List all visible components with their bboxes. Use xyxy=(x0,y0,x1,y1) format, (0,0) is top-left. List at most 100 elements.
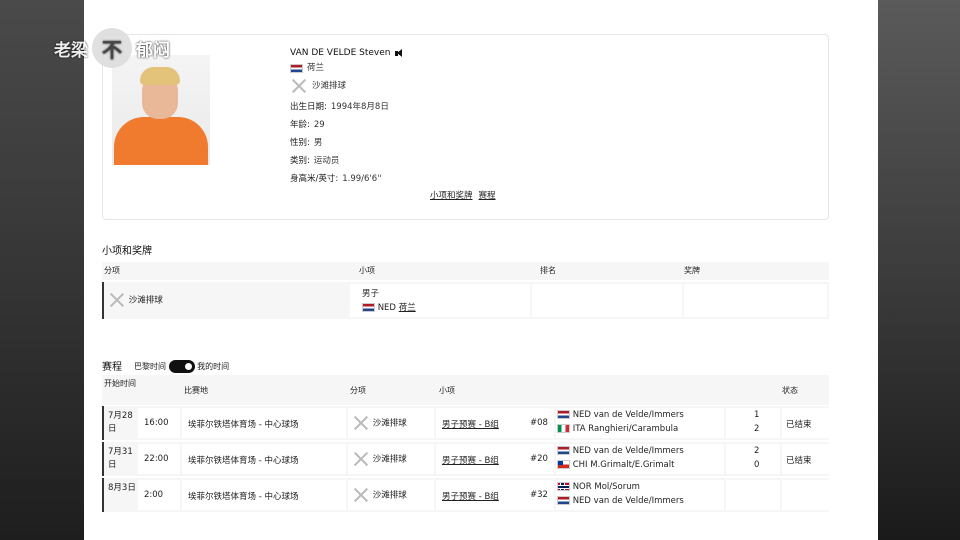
events-header-row xyxy=(102,262,829,280)
schedule-time: 2:00 xyxy=(144,490,164,500)
schedule-time: 16:00 xyxy=(144,418,169,428)
beach-volleyball-icon xyxy=(352,486,370,504)
events-country-link[interactable]: 荷兰 xyxy=(399,303,416,313)
schedule-cell-bg xyxy=(726,408,780,438)
beach-volleyball-icon xyxy=(290,77,308,95)
schedule-discipline: 沙滩排球 xyxy=(372,490,407,501)
score-team1: 2 xyxy=(754,446,760,456)
schedule-event-link[interactable]: 男子预赛 - B组 xyxy=(442,490,499,502)
athlete-page: VAN DE VELDE Steven 荷兰 沙滩排球 出生日期: 1994年8月… xyxy=(84,0,878,540)
team1-name: NED van de Velde/Immers xyxy=(572,446,684,456)
schedule-status: 已结束 xyxy=(786,420,812,430)
age-value: 29 xyxy=(313,120,325,130)
link-schedule[interactable]: 赛程 xyxy=(479,191,496,201)
background-right xyxy=(876,0,960,540)
speaker-icon[interactable] xyxy=(394,48,403,58)
schedule-header-event: 小项 xyxy=(439,386,455,395)
events-event-country: NED 荷兰 xyxy=(362,301,416,313)
age-label: 年龄: xyxy=(290,120,310,130)
category-label: 类别: xyxy=(290,156,310,166)
schedule-match-number: #32 xyxy=(530,490,548,500)
schedule-section-title: 赛程 xyxy=(102,362,122,373)
events-header-medal: 奖牌 xyxy=(684,266,700,275)
schedule-match-number: #20 xyxy=(530,454,548,464)
height-label: 身高米/英寸: xyxy=(290,174,339,184)
events-discipline-cell: 沙滩排球 xyxy=(108,291,163,309)
schedule-time: 22:00 xyxy=(144,454,169,464)
schedule-discipline-cell: 沙滩排球 xyxy=(352,414,407,432)
toggle-paris-time: 巴黎时间 xyxy=(134,362,166,371)
schedule-team2: NED van de Velde/Immers xyxy=(557,496,684,506)
schedule-discipline-cell: 沙滩排球 xyxy=(352,486,407,504)
schedule-date: 8月3日 xyxy=(108,483,136,493)
events-header-event: 小项 xyxy=(359,266,375,275)
schedule-header-status: 状态 xyxy=(782,386,798,395)
events-discipline: 沙滩排球 xyxy=(128,295,163,306)
watermark-left: 老梁 xyxy=(54,40,88,61)
athlete-photo xyxy=(112,55,210,165)
beach-volleyball-icon xyxy=(108,291,126,309)
flag-icon xyxy=(557,446,570,455)
athlete-name: VAN DE VELDE Steven xyxy=(290,48,391,58)
timezone-toggle: 巴黎时间 我的时间 xyxy=(134,360,229,373)
events-header-rank: 排名 xyxy=(540,266,556,275)
events-noc: NED xyxy=(377,303,396,313)
flag-icon xyxy=(557,482,570,491)
schedule-header-row xyxy=(102,375,829,405)
schedule-match-number: #08 xyxy=(530,418,548,428)
team1-name: NOR Mol/Sorum xyxy=(572,482,640,492)
team2-name: ITA Ranghieri/Carambula xyxy=(572,424,679,434)
watermark-right: 郁闷 xyxy=(136,40,170,61)
schedule-status: 已结束 xyxy=(786,456,812,466)
schedule-cell-bg xyxy=(726,480,780,510)
team2-name: NED van de Velde/Immers xyxy=(572,496,684,506)
watermark-circle: 不 xyxy=(92,28,132,68)
schedule-team1: NOR Mol/Sorum xyxy=(557,482,640,492)
score-team2: 2 xyxy=(754,424,760,434)
schedule-event-link[interactable]: 男子预赛 - B组 xyxy=(442,418,499,430)
schedule-cell-bg xyxy=(726,444,780,474)
schedule-discipline: 沙滩排球 xyxy=(372,454,407,465)
flag-icon xyxy=(557,460,570,469)
schedule-discipline: 沙滩排球 xyxy=(372,418,407,429)
gender-label: 性别: xyxy=(290,138,310,148)
profile-card: VAN DE VELDE Steven 荷兰 沙滩排球 出生日期: 1994年8月… xyxy=(102,34,829,220)
timezone-switch[interactable] xyxy=(168,360,195,373)
schedule-team1: NED van de Velde/Immers xyxy=(557,446,684,456)
flag-icon xyxy=(557,424,570,433)
athlete-sport: 沙滩排球 xyxy=(312,81,347,91)
schedule-venue: 埃菲尔铁塔体育场 - 中心球场 xyxy=(188,456,299,466)
events-rank-cell xyxy=(532,284,682,317)
category-value: 运动员 xyxy=(313,156,340,166)
birth-label: 出生日期: xyxy=(290,102,327,112)
athlete-info: VAN DE VELDE Steven 荷兰 沙滩排球 出生日期: 1994年8月… xyxy=(290,44,403,188)
beach-volleyball-icon xyxy=(352,414,370,432)
gender-value: 男 xyxy=(313,138,323,148)
schedule-venue: 埃菲尔铁塔体育场 - 中心球场 xyxy=(188,420,299,430)
schedule-date: 7月31日 xyxy=(108,447,133,470)
schedule-team2: ITA Ranghieri/Carambula xyxy=(557,424,678,434)
events-medal-cell xyxy=(684,284,827,317)
schedule-team1: NED van de Velde/Immers xyxy=(557,410,684,420)
athlete-country: 荷兰 xyxy=(307,63,325,73)
schedule-cell-bg xyxy=(782,480,829,510)
toggle-my-time: 我的时间 xyxy=(197,362,230,371)
schedule-header-venue: 比赛地 xyxy=(184,386,208,395)
events-event-name: 男子 xyxy=(362,289,380,299)
flag-nl-icon xyxy=(362,303,375,312)
flag-nl-icon xyxy=(290,63,303,73)
events-header-discipline: 分项 xyxy=(104,266,120,275)
height-value: 1.99/6'6'' xyxy=(342,174,382,184)
score-team2: 0 xyxy=(754,460,760,470)
schedule-header-discipline: 分项 xyxy=(350,386,366,395)
schedule-date: 7月28日 xyxy=(108,411,133,434)
flag-icon xyxy=(557,410,570,419)
flag-icon xyxy=(557,496,570,505)
beach-volleyball-icon xyxy=(352,450,370,468)
birth-value: 1994年8月8日 xyxy=(330,102,389,112)
schedule-venue: 埃菲尔铁塔体育场 - 中心球场 xyxy=(188,492,299,502)
profile-links: 小项和奖牌 赛程 xyxy=(430,189,502,201)
link-events-medals[interactable]: 小项和奖牌 xyxy=(430,191,473,201)
score-team1: 1 xyxy=(754,410,760,420)
schedule-event-link[interactable]: 男子预赛 - B组 xyxy=(442,454,499,466)
